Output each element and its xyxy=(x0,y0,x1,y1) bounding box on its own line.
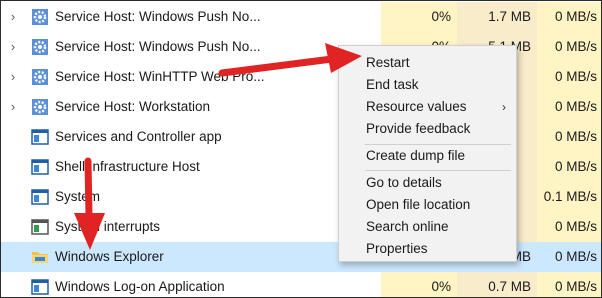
context-menu: Restart End task Resource values › Provi… xyxy=(338,45,517,262)
process-name: Service Host: Windows Push No... xyxy=(55,9,261,24)
menu-item-resource-values[interactable]: Resource values › xyxy=(339,96,516,118)
menu-item-properties[interactable]: Properties xyxy=(339,238,516,260)
disk-value: 0 MB/s xyxy=(554,249,597,264)
chevron-right-icon[interactable]: › xyxy=(7,10,19,24)
process-name: System interrupts xyxy=(55,219,161,234)
window-app-icon xyxy=(31,129,49,145)
memory-value: 0.7 MB xyxy=(457,272,537,297)
menu-item-label: Properties xyxy=(366,241,428,256)
menu-item-label: End task xyxy=(366,77,419,92)
cpu-value: 0% xyxy=(381,2,457,32)
memory-value: 1.7 MB xyxy=(457,2,537,32)
disk-value: 0 MB/s xyxy=(537,2,601,32)
menu-item-label: Create dump file xyxy=(366,148,466,163)
menu-item-label: Resource values xyxy=(366,99,467,114)
gear-icon xyxy=(32,99,48,115)
disk-value: 0 MB/s xyxy=(537,32,601,62)
menu-item-search-online[interactable]: Search online xyxy=(339,216,516,238)
gear-icon xyxy=(32,39,48,55)
menu-item-label: Restart xyxy=(366,55,410,70)
process-name: Services and Controller app xyxy=(55,129,222,144)
disk-value: 0 MB/s xyxy=(537,62,601,92)
task-manager-process-list: › Service Host: Windows Push No... 0% 1.… xyxy=(0,0,602,298)
window-app-icon xyxy=(31,189,49,205)
process-name: Shell Infrastructure Host xyxy=(55,159,200,174)
menu-item-label: Go to details xyxy=(366,175,442,190)
gear-icon xyxy=(32,9,48,25)
disk-value: 0 MB/s xyxy=(537,152,601,182)
menu-item-go-to-details[interactable]: Go to details xyxy=(339,172,516,194)
disk-value: 0 MB/s xyxy=(537,122,601,152)
menu-item-open-file-location[interactable]: Open file location xyxy=(339,194,516,216)
chevron-right-icon: › xyxy=(502,100,506,114)
folder-icon xyxy=(32,252,48,263)
menu-item-end-task[interactable]: End task xyxy=(339,74,516,96)
gear-icon xyxy=(32,69,48,85)
disk-value: 0 MB/s xyxy=(537,212,601,242)
menu-separator xyxy=(365,170,511,171)
window-app-icon xyxy=(31,219,49,235)
process-name: Service Host: Windows Push No... xyxy=(55,39,261,54)
process-name: Service Host: Workstation xyxy=(55,99,211,114)
table-row[interactable]: › Service Host: Windows Push No... 0% 1.… xyxy=(1,2,601,32)
process-name: Service Host: WinHTTP Web Pro... xyxy=(55,69,265,84)
menu-item-restart[interactable]: Restart xyxy=(339,52,516,74)
chevron-right-icon[interactable]: › xyxy=(7,70,19,84)
chevron-right-icon[interactable]: › xyxy=(7,100,19,114)
process-name: Windows Log-on Application xyxy=(55,279,225,294)
menu-item-label: Provide feedback xyxy=(366,121,471,136)
disk-value: 0 MB/s xyxy=(537,272,601,297)
menu-item-provide-feedback[interactable]: Provide feedback xyxy=(339,118,516,140)
menu-item-label: Search online xyxy=(366,219,449,234)
chevron-right-icon[interactable]: › xyxy=(7,40,19,54)
process-name: System xyxy=(55,189,101,204)
disk-value: 0 MB/s xyxy=(537,92,601,122)
menu-item-label: Open file location xyxy=(366,197,471,212)
window-app-icon xyxy=(31,279,49,295)
disk-value: 0.1 MB/s xyxy=(537,182,601,212)
cpu-value: 0% xyxy=(381,272,457,297)
window-app-icon xyxy=(31,159,49,175)
process-name: Windows Explorer xyxy=(55,249,164,264)
table-row[interactable]: Windows Log-on Application 0% 0.7 MB 0 M… xyxy=(1,272,601,297)
menu-item-create-dump-file[interactable]: Create dump file xyxy=(339,145,516,167)
